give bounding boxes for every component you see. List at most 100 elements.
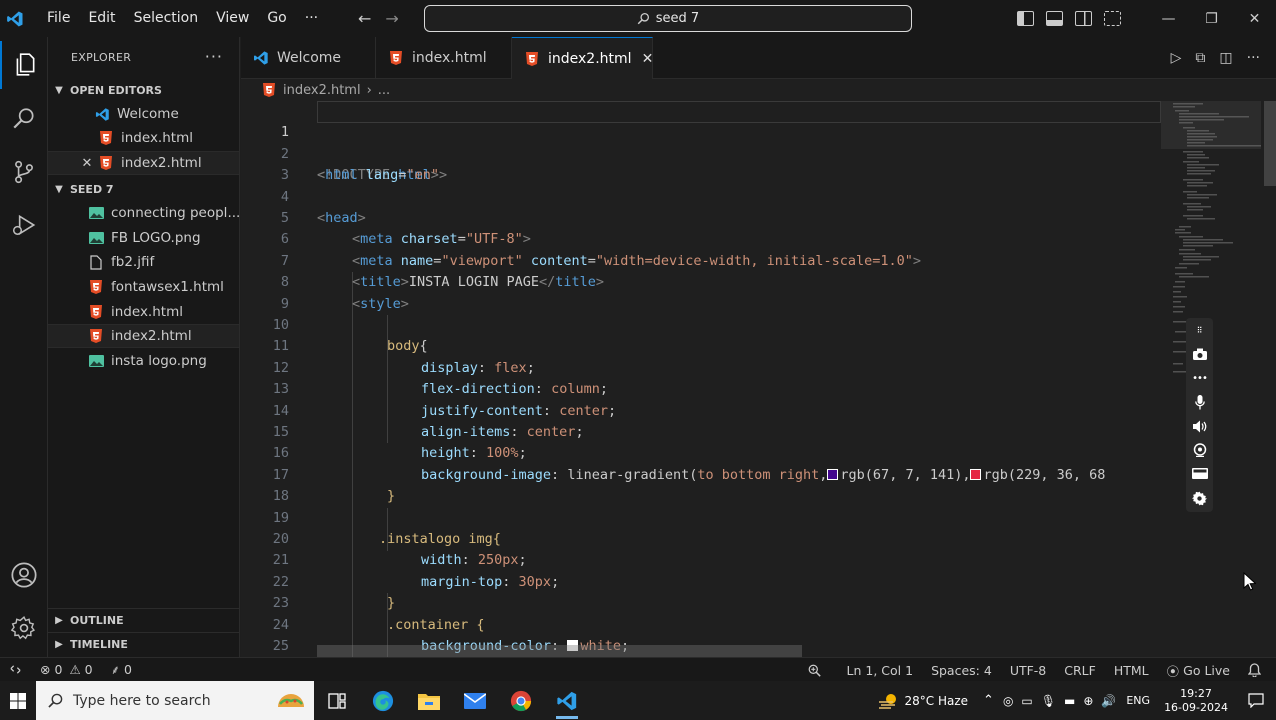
- source-control-icon[interactable]: [0, 148, 48, 196]
- run-icon[interactable]: ▷: [1171, 50, 1182, 66]
- minimize-button[interactable]: —: [1147, 0, 1190, 37]
- phone-link-icon[interactable]: ▭: [1017, 694, 1036, 708]
- file-connecting-people[interactable]: connecting peopl...: [48, 201, 239, 225]
- cursor-position[interactable]: Ln 1, Col 1: [838, 663, 923, 678]
- ports-indicator[interactable]: ⸙ 0: [102, 661, 141, 678]
- input-language[interactable]: ENG: [1120, 694, 1156, 707]
- taskbar-search[interactable]: Type here to search: [36, 681, 314, 720]
- chrome-icon[interactable]: [498, 681, 544, 720]
- go-live-button[interactable]: ⦿ Go Live: [1158, 661, 1239, 680]
- vscode-logo-icon: [0, 0, 30, 37]
- close-tab-icon[interactable]: ✕: [642, 51, 654, 67]
- open-editors-header[interactable]: ▼ OPEN EDITORS: [48, 79, 239, 101]
- file-explorer-icon[interactable]: [406, 681, 452, 720]
- edge-browser-icon[interactable]: [360, 681, 406, 720]
- tab-welcome[interactable]: Welcome: [241, 37, 376, 79]
- vscode-taskbar-icon[interactable]: [544, 681, 590, 720]
- explorer-icon[interactable]: [0, 41, 48, 89]
- file-index[interactable]: index.html: [48, 300, 239, 324]
- screen-icon[interactable]: [1191, 466, 1208, 482]
- clock[interactable]: 19:27 16-09-2024: [1156, 687, 1236, 715]
- task-view-icon[interactable]: [314, 681, 360, 720]
- menu-view[interactable]: View: [207, 0, 258, 37]
- open-editor-index2[interactable]: ✕ index2.html: [48, 151, 239, 175]
- search-activity-icon[interactable]: [0, 95, 48, 143]
- run-debug-icon[interactable]: [0, 201, 48, 249]
- menu-more[interactable]: ···: [296, 0, 327, 37]
- line-ending[interactable]: CRLF: [1055, 663, 1105, 678]
- windows-start-icon[interactable]: [0, 681, 36, 720]
- settings-gear-icon[interactable]: [0, 604, 48, 652]
- microphone-tray-icon[interactable]: 🎙: [1037, 694, 1060, 708]
- horizontal-scrollbar[interactable]: [317, 645, 802, 657]
- encoding[interactable]: UTF-8: [1001, 663, 1055, 678]
- file-index2[interactable]: index2.html: [48, 324, 239, 348]
- toggle-primary-sidebar-icon[interactable]: [1017, 11, 1034, 26]
- notification-center-icon[interactable]: [1236, 693, 1276, 708]
- code-line-1: 1 <!DOCTYPE html>: [241, 101, 1276, 183]
- folder-header-seed7[interactable]: ▼ SEED 7: [48, 178, 239, 200]
- menu-go[interactable]: Go: [258, 0, 295, 37]
- forward-arrow-icon[interactable]: →: [385, 9, 398, 28]
- network-globe-icon[interactable]: ⊕: [1079, 694, 1097, 708]
- speaker-icon[interactable]: [1192, 418, 1208, 434]
- meet-now-icon[interactable]: ◎: [999, 694, 1017, 708]
- split-editor-icon[interactable]: ◫: [1219, 50, 1232, 66]
- microphone-icon[interactable]: [1192, 394, 1208, 410]
- scrollbar-thumb[interactable]: [1264, 101, 1276, 186]
- file-insta-logo[interactable]: insta logo.png: [48, 349, 239, 373]
- back-arrow-icon[interactable]: ←: [358, 9, 371, 28]
- menu-edit[interactable]: Edit: [79, 0, 124, 37]
- more-actions-icon[interactable]: ···: [1247, 50, 1260, 66]
- outline-section[interactable]: ▶ OUTLINE: [48, 608, 239, 632]
- toggle-panel-icon[interactable]: [1046, 11, 1063, 26]
- screen-recorder-toolbar: ⠿ •••: [1186, 318, 1213, 512]
- file-fontawsex1[interactable]: fontawsex1.html: [48, 275, 239, 299]
- weather-widget[interactable]: 28°C Haze: [867, 692, 979, 710]
- mail-icon[interactable]: [452, 681, 498, 720]
- file-fb-logo[interactable]: FB LOGO.png: [48, 226, 239, 250]
- close-icon[interactable]: ✕: [78, 156, 96, 171]
- more-dots-icon[interactable]: •••: [1192, 370, 1208, 386]
- open-editor-welcome[interactable]: Welcome: [48, 102, 239, 126]
- breadcrumb-symbol[interactable]: ...: [378, 83, 390, 98]
- html5-icon: [88, 304, 104, 320]
- breadcrumb-file[interactable]: index2.html: [283, 83, 361, 98]
- drag-handle-icon[interactable]: ⠿: [1192, 322, 1208, 338]
- zoom-icon[interactable]: [799, 664, 830, 677]
- menu-file[interactable]: File: [38, 0, 79, 37]
- restore-button[interactable]: ❐: [1190, 0, 1233, 37]
- chevron-up-icon[interactable]: ⌃: [978, 693, 999, 708]
- tab-index2[interactable]: index2.html ✕: [512, 37, 653, 79]
- menu-selection[interactable]: Selection: [125, 0, 208, 37]
- file-icon: [88, 254, 104, 270]
- customize-layout-icon[interactable]: [1104, 11, 1121, 26]
- open-editor-index[interactable]: index.html: [48, 126, 239, 150]
- code-line-6: 6 <meta name="viewport" content="width=d…: [280, 231, 922, 269]
- language-mode[interactable]: HTML: [1105, 663, 1158, 678]
- vscode-icon: [94, 106, 110, 122]
- timeline-section[interactable]: ▶ TIMELINE: [48, 632, 239, 656]
- settings-gear-icon[interactable]: [1192, 490, 1208, 506]
- battery-icon[interactable]: ▬: [1060, 694, 1079, 708]
- command-center-search[interactable]: seed 7: [424, 5, 912, 32]
- vertical-scrollbar[interactable]: [1262, 101, 1276, 657]
- mouse-pointer-icon: [1243, 572, 1256, 591]
- close-window-button[interactable]: ✕: [1233, 0, 1276, 37]
- problems-indicator[interactable]: ⊗ 0 ⚠ 0: [31, 662, 102, 677]
- taco-icon: [276, 689, 306, 713]
- open-changes-icon[interactable]: ⧉: [1195, 50, 1205, 66]
- volume-icon[interactable]: 🔊: [1097, 694, 1120, 708]
- notifications-bell-icon[interactable]: [1239, 663, 1270, 677]
- explorer-more-button[interactable]: ···: [205, 47, 223, 66]
- camera-icon[interactable]: [1192, 346, 1208, 362]
- accounts-icon[interactable]: [0, 551, 48, 599]
- remote-indicator[interactable]: [0, 664, 31, 675]
- chevron-down-icon: ▼: [55, 84, 63, 96]
- indentation[interactable]: Spaces: 4: [922, 663, 1001, 678]
- tab-index[interactable]: index.html: [376, 37, 512, 79]
- toggle-secondary-sidebar-icon[interactable]: [1075, 11, 1092, 26]
- code-editor[interactable]: 1 <!DOCTYPE html> 2 <html lang="en"> 3 4…: [241, 101, 1276, 657]
- webcam-icon[interactable]: [1192, 442, 1208, 458]
- file-fb2[interactable]: fb2.jfif: [48, 250, 239, 274]
